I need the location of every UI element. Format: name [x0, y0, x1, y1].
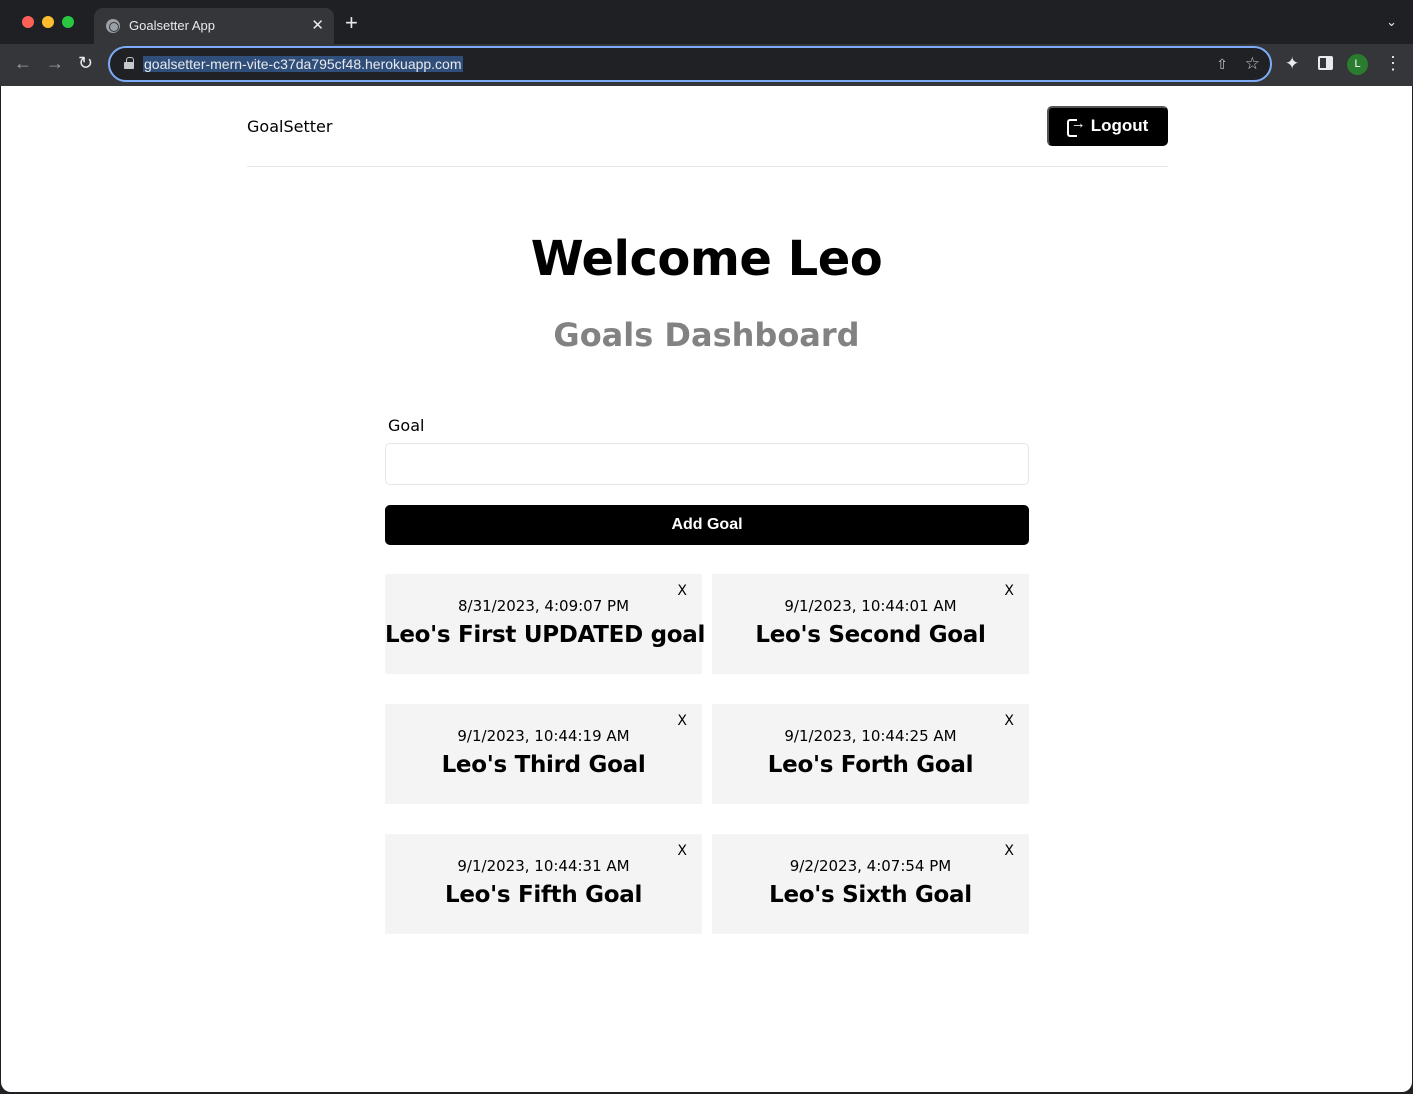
- tab-search-chevron-icon[interactable]: ⌄: [1386, 14, 1397, 30]
- close-window-button[interactable]: [22, 16, 34, 28]
- minimize-window-button[interactable]: [42, 16, 54, 28]
- address-url[interactable]: goalsetter-mern-vite-c37da795cf48.heroku…: [143, 56, 463, 72]
- address-bar[interactable]: goalsetter-mern-vite-c37da795cf48.heroku…: [108, 46, 1272, 82]
- goal-input[interactable]: [385, 443, 1029, 485]
- delete-goal-button[interactable]: X: [677, 583, 687, 599]
- browser-tab-bar: Goalsetter App ✕ + ⌄: [0, 0, 1413, 44]
- profile-avatar[interactable]: L: [1347, 54, 1368, 75]
- goal-card: 9/2/2023, 4:07:54 PM Leo's Sixth Goal X: [712, 834, 1029, 934]
- page-viewport: GoalSetter Logout Welcome Leo Goals Dash…: [1, 86, 1412, 1092]
- goal-date: 8/31/2023, 4:09:07 PM: [457, 597, 630, 615]
- goal-text: Leo's First UPDATED goal: [385, 622, 706, 648]
- brand-link[interactable]: GoalSetter: [247, 117, 332, 136]
- goal-date: 9/1/2023, 10:44:19 AM: [457, 727, 630, 745]
- goal-text: Leo's Third Goal: [441, 752, 646, 778]
- delete-goal-button[interactable]: X: [1004, 713, 1014, 729]
- goal-text: Leo's Sixth Goal: [769, 882, 972, 908]
- goal-card: 8/31/2023, 4:09:07 PM Leo's First UPDATE…: [385, 574, 706, 674]
- goal-card: 9/1/2023, 10:44:25 AM Leo's Forth Goal X: [712, 704, 1029, 804]
- forward-arrow-icon[interactable]: →: [46, 53, 64, 73]
- logout-button[interactable]: Logout: [1047, 106, 1168, 146]
- app-header: GoalSetter Logout: [247, 86, 1168, 167]
- logout-label: Logout: [1090, 116, 1149, 135]
- goal-date: 9/2/2023, 4:07:54 PM: [789, 857, 952, 875]
- share-icon[interactable]: ⇧: [1216, 56, 1228, 73]
- new-tab-icon[interactable]: +: [345, 12, 358, 34]
- browser-toolbar: ← → ↻ goalsetter-mern-vite-c37da795cf48.…: [0, 44, 1413, 86]
- side-panel-icon[interactable]: [1318, 56, 1333, 70]
- goal-card: 9/1/2023, 10:44:19 AM Leo's Third Goal X: [385, 704, 702, 804]
- delete-goal-button[interactable]: X: [677, 713, 687, 729]
- goals-list: 8/31/2023, 4:09:07 PM Leo's First UPDATE…: [385, 574, 1029, 934]
- goal-date: 9/1/2023, 10:44:31 AM: [457, 857, 630, 875]
- more-menu-icon[interactable]: ⋮: [1384, 53, 1402, 73]
- delete-goal-button[interactable]: X: [1004, 843, 1014, 859]
- goal-date: 9/1/2023, 10:44:01 AM: [784, 597, 957, 615]
- add-goal-button[interactable]: Add Goal: [385, 505, 1029, 545]
- zoom-window-button[interactable]: [62, 16, 74, 28]
- tab-close-icon[interactable]: ✕: [311, 16, 324, 34]
- delete-goal-button[interactable]: X: [677, 843, 687, 859]
- page-subtitle: Goals Dashboard: [553, 316, 860, 354]
- goal-text: Leo's Forth Goal: [767, 752, 974, 778]
- goal-card: 9/1/2023, 10:44:01 AM Leo's Second Goal …: [712, 574, 1029, 674]
- page-title: Welcome Leo: [530, 231, 883, 287]
- extensions-puzzle-icon[interactable]: ✦: [1285, 54, 1299, 74]
- goal-text: Leo's Second Goal: [755, 622, 986, 648]
- goal-text: Leo's Fifth Goal: [444, 882, 643, 908]
- sign-out-icon: [1066, 115, 1086, 137]
- lock-icon[interactable]: [124, 57, 134, 69]
- delete-goal-button[interactable]: X: [1004, 583, 1014, 599]
- back-arrow-icon[interactable]: ←: [14, 53, 32, 73]
- reload-icon[interactable]: ↻: [78, 53, 93, 73]
- globe-icon: [106, 19, 120, 33]
- goal-date: 9/1/2023, 10:44:25 AM: [784, 727, 957, 745]
- bookmark-star-icon[interactable]: ☆: [1245, 54, 1260, 74]
- browser-tab[interactable]: Goalsetter App ✕: [94, 8, 334, 44]
- tab-title: Goalsetter App: [129, 18, 215, 33]
- goal-card: 9/1/2023, 10:44:31 AM Leo's Fifth Goal X: [385, 834, 702, 934]
- goal-label: Goal: [388, 416, 425, 435]
